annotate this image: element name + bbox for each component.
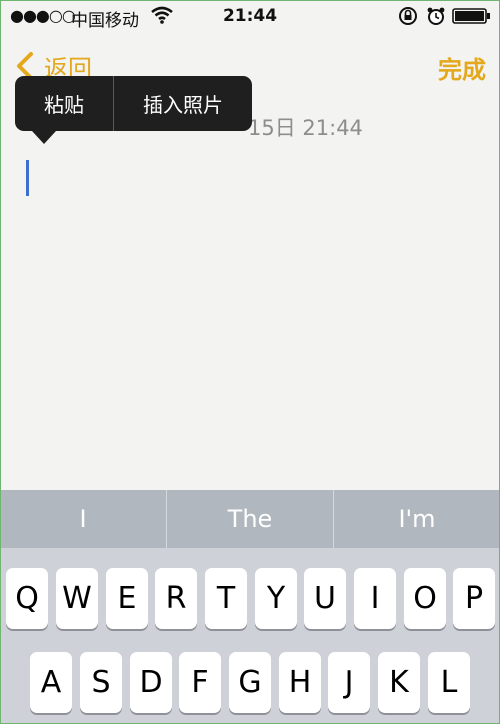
key-w[interactable]: W [56,568,98,629]
context-menu-arrow [32,131,56,144]
alarm-icon [427,7,445,25]
status-time: 21:44 [222,6,278,26]
prediction-1[interactable]: I [0,490,166,548]
key-f[interactable]: F [179,652,221,713]
text-cursor [26,160,29,196]
key-j[interactable]: J [328,652,370,713]
note-text-area[interactable] [0,140,500,490]
key-p[interactable]: P [453,568,495,629]
key-d[interactable]: D [130,652,172,713]
predictive-text-bar: I The I'm [0,490,500,548]
key-q[interactable]: Q [6,568,48,629]
status-bar: ●●●○○ 中国移动 21:44 [0,0,500,34]
key-h[interactable]: H [279,652,321,713]
key-t[interactable]: T [205,568,247,629]
prediction-2[interactable]: The [166,490,333,548]
paste-menu-item[interactable]: 粘贴 [15,76,114,131]
key-e[interactable]: E [106,568,148,629]
key-i[interactable]: I [354,568,396,629]
key-y[interactable]: Y [255,568,297,629]
prediction-3[interactable]: I'm [333,490,500,548]
key-a[interactable]: A [30,652,72,713]
key-l[interactable]: L [428,652,470,713]
key-o[interactable]: O [404,568,446,629]
rotation-lock-icon [399,7,417,25]
battery-icon [452,8,490,24]
key-k[interactable]: K [378,652,420,713]
key-g[interactable]: G [229,652,271,713]
insert-photo-menu-item[interactable]: 插入照片 [114,76,252,131]
key-u[interactable]: U [304,568,346,629]
key-r[interactable]: R [155,568,197,629]
key-s[interactable]: S [80,652,122,713]
done-button[interactable]: 完成 [438,50,486,85]
note-date: 15日 21:44 [248,116,363,140]
edit-context-menu: 粘贴 插入照片 [15,76,252,131]
keyboard: Q W E R T Y U I O P A S D F G H J K L [0,548,500,724]
